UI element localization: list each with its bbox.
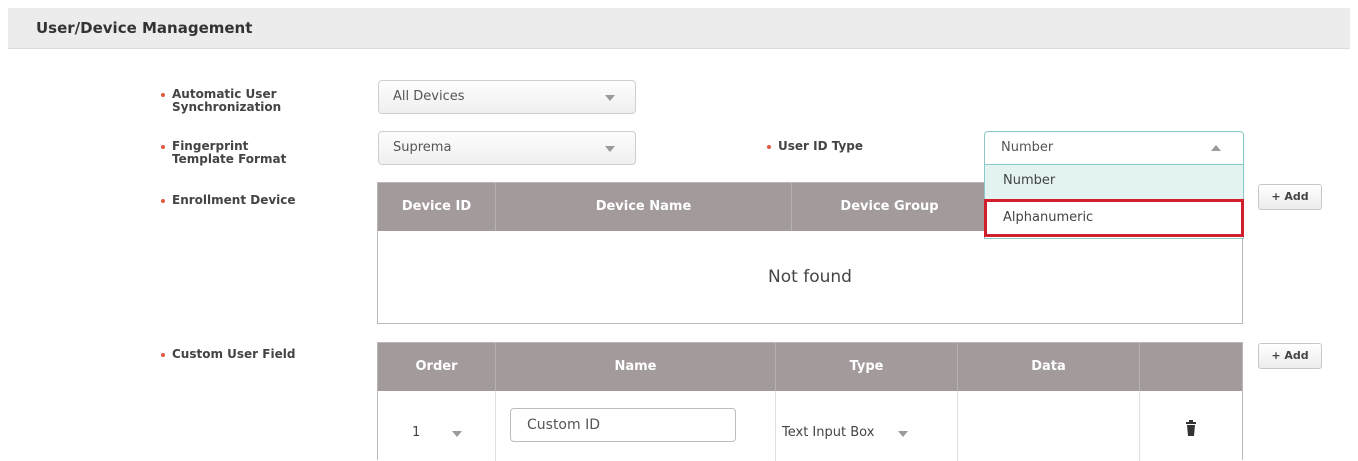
user-id-type-dropdown: Number Alphanumeric bbox=[984, 165, 1244, 239]
option-alphanumeric[interactable]: Alphanumeric bbox=[984, 199, 1244, 237]
fp-format-value: Suprema bbox=[393, 140, 452, 155]
custom-user-field-table: Order Name Type Data 1 Custom ID Text In… bbox=[377, 342, 1243, 461]
auto-sync-value: All Devices bbox=[393, 89, 465, 104]
type-value: Text Input Box bbox=[782, 425, 875, 440]
empty-message: Not found bbox=[768, 267, 852, 287]
user-id-type-value: Number bbox=[1001, 140, 1054, 155]
data-cell bbox=[958, 391, 1140, 461]
trash-icon[interactable] bbox=[1185, 420, 1197, 436]
fp-format-label: Fingerprint Template Format bbox=[161, 140, 342, 166]
name-cell: Custom ID bbox=[496, 391, 776, 461]
fp-format-select[interactable]: Suprema bbox=[378, 131, 636, 165]
chevron-down-icon bbox=[605, 95, 615, 101]
type-cell[interactable]: Text Input Box bbox=[776, 391, 958, 461]
required-dot bbox=[161, 93, 165, 97]
fp-format-label-line2: Template Format bbox=[172, 152, 287, 166]
required-dot bbox=[767, 145, 771, 149]
auto-sync-select[interactable]: All Devices bbox=[378, 80, 636, 114]
chevron-down-icon bbox=[605, 146, 615, 152]
column-device-name[interactable]: Device Name bbox=[496, 183, 792, 231]
custom-user-field-label-text: Custom User Field bbox=[172, 347, 296, 361]
required-dot bbox=[161, 353, 165, 357]
chevron-up-icon bbox=[1211, 145, 1221, 151]
auto-sync-label-line2: Synchronization bbox=[172, 100, 282, 114]
column-data[interactable]: Data bbox=[958, 343, 1140, 391]
user-id-type-label: User ID Type bbox=[767, 139, 948, 153]
required-dot bbox=[161, 199, 165, 203]
custom-user-field-label: Custom User Field bbox=[161, 347, 342, 361]
auto-sync-label: Automatic User Synchronization bbox=[161, 88, 342, 114]
enrollment-device-label: Enrollment Device bbox=[161, 193, 342, 207]
column-device-id[interactable]: Device ID bbox=[378, 183, 496, 231]
table-row: 1 Custom ID Text Input Box bbox=[378, 391, 1242, 461]
add-custom-field-button[interactable]: + Add bbox=[1258, 343, 1322, 369]
required-dot bbox=[161, 145, 165, 149]
chevron-down-icon bbox=[898, 431, 908, 437]
user-id-type-label-text: User ID Type bbox=[778, 139, 864, 153]
order-value: 1 bbox=[412, 425, 421, 440]
custom-field-name-input[interactable]: Custom ID bbox=[510, 408, 736, 442]
column-name[interactable]: Name bbox=[496, 343, 776, 391]
page-title: User/Device Management bbox=[36, 19, 253, 37]
chevron-down-icon bbox=[452, 431, 462, 437]
section-header: User/Device Management bbox=[8, 8, 1350, 49]
column-order[interactable]: Order bbox=[378, 343, 496, 391]
user-id-type-select[interactable]: Number bbox=[984, 131, 1244, 165]
table-header: Order Name Type Data bbox=[378, 343, 1242, 391]
option-number[interactable]: Number bbox=[985, 165, 1243, 199]
add-enrollment-device-button[interactable]: + Add bbox=[1258, 184, 1322, 210]
actions-cell bbox=[1140, 391, 1242, 461]
enrollment-device-label-text: Enrollment Device bbox=[172, 193, 296, 207]
column-type[interactable]: Type bbox=[776, 343, 958, 391]
column-actions bbox=[1140, 343, 1242, 391]
column-device-group[interactable]: Device Group bbox=[792, 183, 988, 231]
order-cell[interactable]: 1 bbox=[378, 391, 496, 461]
